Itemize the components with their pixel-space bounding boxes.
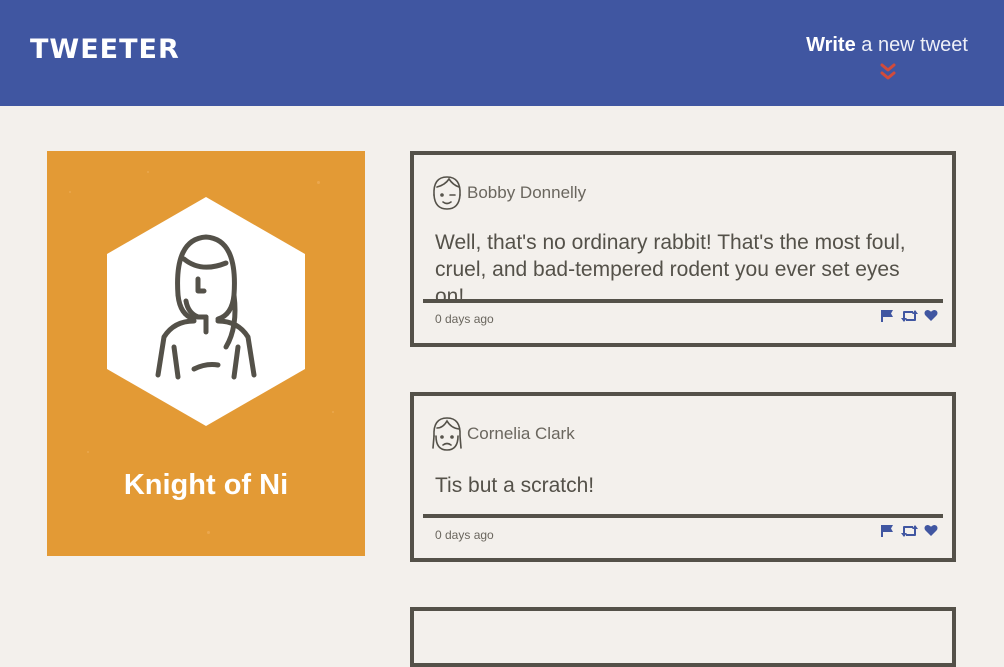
tweet-content: Tis but a scratch! [435, 474, 595, 497]
texture-speck [332, 411, 334, 413]
profile-name: Knight of Ni [123, 469, 289, 501]
texture-speck [69, 191, 71, 193]
winking-face-avatar-icon [433, 176, 461, 210]
tweet-divider [423, 299, 943, 303]
heart-icon[interactable] [924, 524, 938, 537]
tweet-timestamp: 0 days ago [435, 312, 494, 326]
tweet-card: Bobby Donnelly Well, that's no ordinary … [410, 151, 956, 347]
double-chevron-down-icon[interactable] [878, 63, 898, 83]
tweet-actions [881, 524, 938, 540]
compose-toggle[interactable]: Write a new tweet [806, 33, 968, 57]
tweet-card: Cornelia Clark Tis but a scratch! 0 days… [410, 392, 956, 562]
texture-speck [317, 181, 320, 184]
tweet-author: Cornelia Clark [467, 424, 575, 443]
tweet-author: Bobby Donnelly [467, 183, 587, 202]
tweet-divider [423, 514, 943, 518]
profile-card: Knight of Ni [47, 151, 365, 556]
tweet-content: Well, that's no ordinary rabbit! That's … [435, 231, 906, 308]
frowning-face-avatar-icon [432, 417, 462, 451]
brand-logo[interactable]: TWEETER [30, 34, 180, 66]
tweet-card [410, 607, 956, 667]
compose-label-rest: a new tweet [855, 34, 968, 56]
texture-speck [87, 451, 89, 453]
long-hair-person-avatar-icon [107, 197, 305, 426]
retweet-icon[interactable] [900, 524, 918, 538]
heart-icon[interactable] [924, 309, 938, 322]
navbar: TWEETER Write a new tweet [0, 0, 1004, 106]
flag-icon[interactable] [881, 524, 894, 538]
texture-speck [147, 171, 149, 173]
compose-label-bold: Write [806, 34, 856, 56]
tweet-actions [881, 309, 938, 325]
flag-icon[interactable] [881, 309, 894, 323]
retweet-icon[interactable] [900, 309, 918, 323]
tweet-timestamp: 0 days ago [435, 528, 494, 542]
texture-speck [207, 531, 210, 534]
